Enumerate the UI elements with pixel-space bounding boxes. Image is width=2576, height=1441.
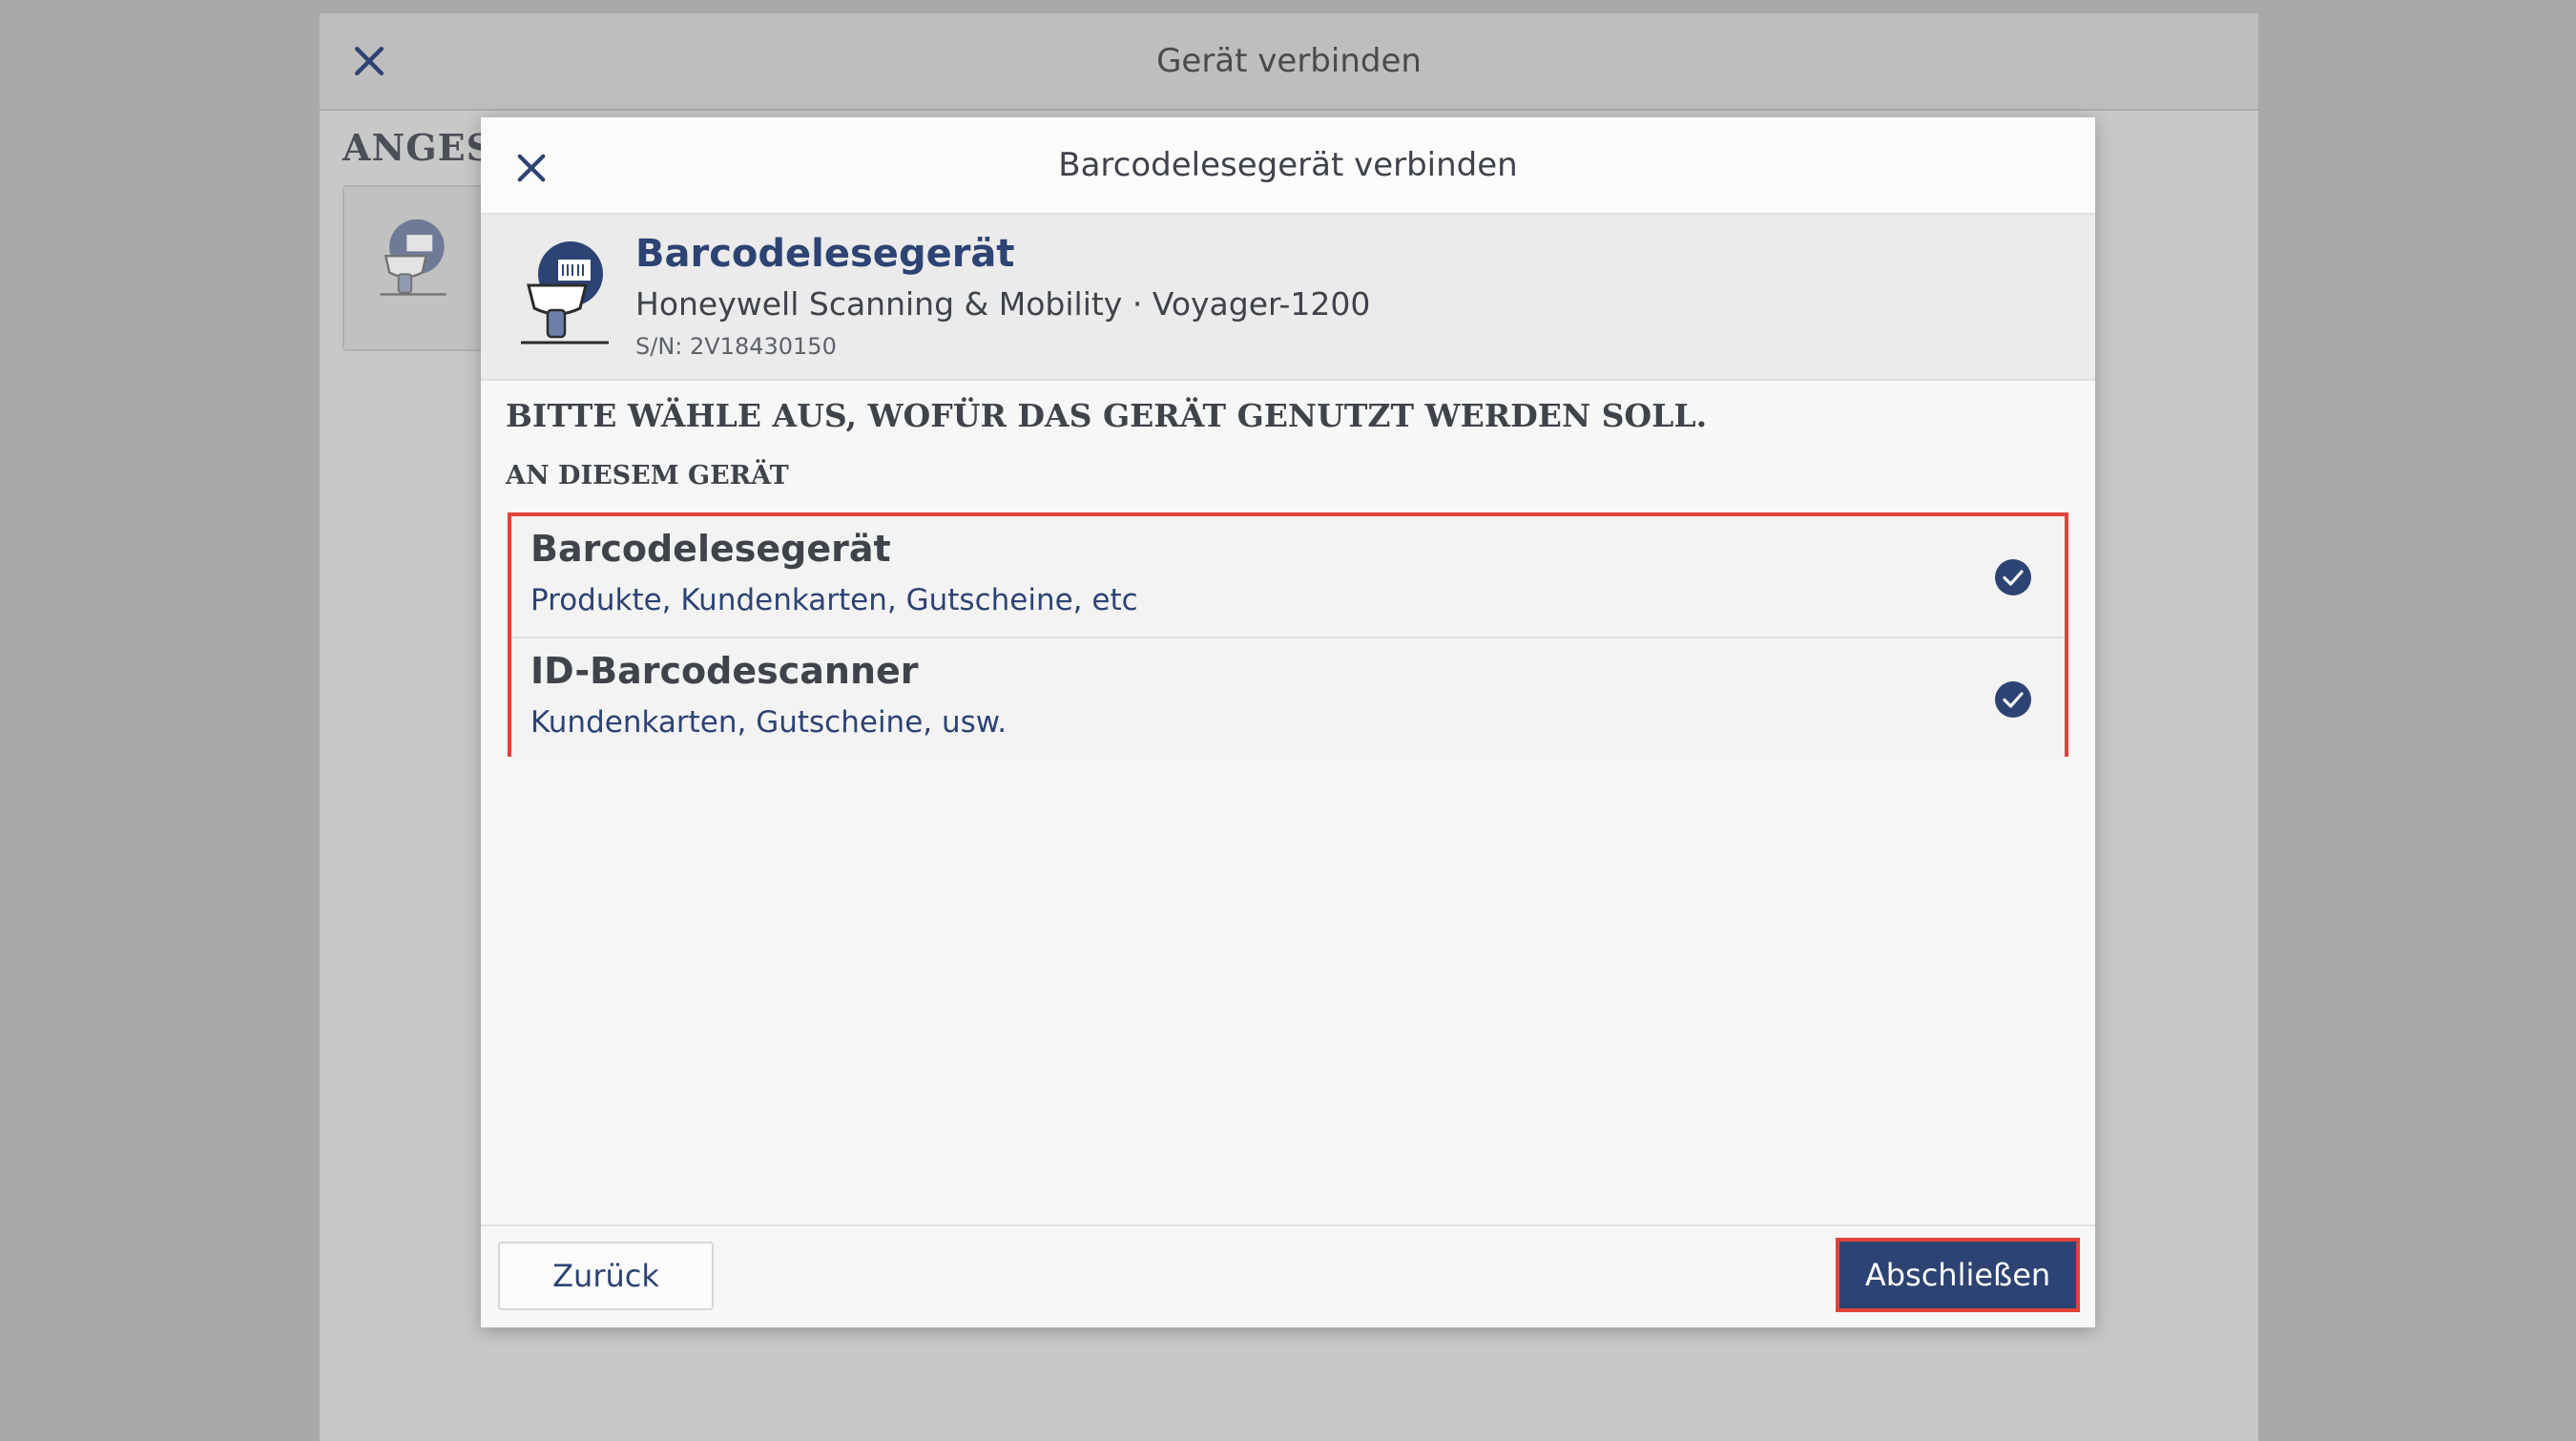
option-title: ID-Barcodescanner (530, 650, 919, 692)
check-circle-icon[interactable] (1994, 680, 2032, 719)
usage-options-list: Barcodelesegerät Produkte, Kundenkarten,… (508, 512, 2068, 759)
device-info-panel: Barcodelesegerät Honeywell Scanning & Mo… (481, 215, 2095, 381)
connect-scanner-modal: Barcodelesegerät verbinden Barcodelesege… (481, 117, 2095, 1327)
device-model: Honeywell Scanning & Mobility · Voyager-… (635, 285, 1371, 323)
option-id-barcode-scanner[interactable]: ID-Barcodescanner Kundenkarten, Gutschei… (511, 637, 2065, 759)
barcode-scanner-icon (521, 241, 609, 345)
finish-button[interactable]: Abschließen (1836, 1238, 2080, 1312)
device-serial-number: S/N: 2V18430150 (635, 333, 837, 360)
check-circle-icon[interactable] (1994, 558, 2032, 596)
barcode-scanner-icon (380, 219, 447, 296)
option-title: Barcodelesegerät (530, 528, 891, 570)
option-description: Kundenkarten, Gutscheine, usw. (530, 705, 1008, 740)
close-icon[interactable] (348, 40, 390, 82)
background-dialog-title: Gerät verbinden (1156, 42, 1422, 80)
option-description: Produkte, Kundenkarten, Gutscheine, etc (530, 583, 1138, 617)
modal-footer: Zurück Abschließen (481, 1224, 2095, 1327)
usage-prompt: BITTE WÄHLE AUS, WOFÜR DAS GERÄT GENUTZT… (506, 397, 1708, 434)
option-barcode-reader[interactable]: Barcodelesegerät Produkte, Kundenkarten,… (511, 516, 2065, 637)
background-dialog-header: Gerät verbinden (320, 13, 2258, 111)
device-name: Barcodelesegerät (635, 232, 1015, 276)
modal-header: Barcodelesegerät verbinden (481, 117, 2095, 215)
section-label-this-device: AN DIESEM GERÄT (506, 461, 789, 491)
back-button[interactable]: Zurück (498, 1242, 714, 1310)
modal-title: Barcodelesegerät verbinden (1058, 146, 1518, 184)
close-icon[interactable] (511, 148, 551, 188)
